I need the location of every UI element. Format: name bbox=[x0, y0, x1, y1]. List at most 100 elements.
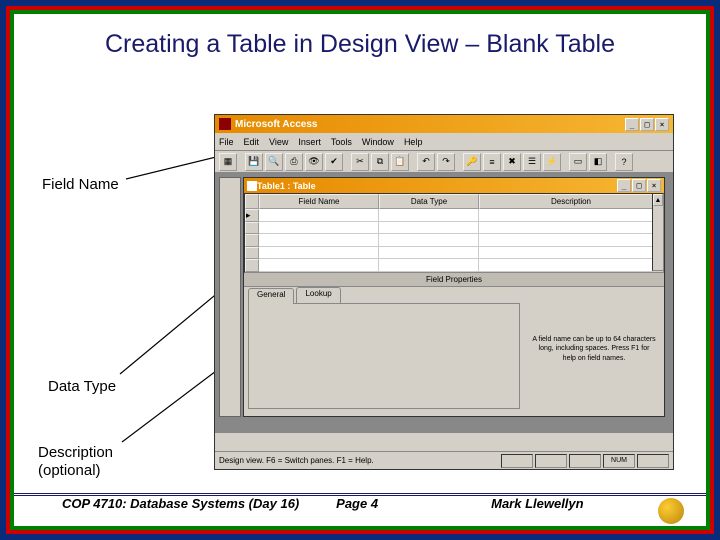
properties-icon[interactable]: ☰ bbox=[523, 153, 541, 171]
data-type-cell[interactable] bbox=[379, 259, 479, 272]
footer-divider bbox=[14, 493, 706, 494]
row-selector-header bbox=[245, 194, 259, 209]
slide-footer: COP 4710: Database Systems (Day 16) Page… bbox=[14, 496, 706, 520]
properties-tabs-area: General Lookup bbox=[244, 287, 524, 411]
close-button[interactable]: × bbox=[655, 118, 669, 131]
row-selector[interactable] bbox=[245, 247, 259, 260]
row-selector[interactable] bbox=[245, 234, 259, 247]
preview-icon[interactable]: 👁 bbox=[305, 153, 323, 171]
delete-row-icon[interactable]: ✖ bbox=[503, 153, 521, 171]
properties-tabs: General Lookup bbox=[244, 287, 524, 303]
tab-lookup[interactable]: Lookup bbox=[296, 287, 340, 303]
data-type-cell[interactable] bbox=[379, 234, 479, 247]
code-icon[interactable]: ◧ bbox=[589, 153, 607, 171]
menu-help[interactable]: Help bbox=[404, 137, 423, 147]
maximize-button[interactable]: □ bbox=[640, 118, 654, 131]
table-row: ▸ bbox=[245, 209, 663, 222]
status-cell bbox=[569, 454, 601, 468]
status-cell bbox=[535, 454, 567, 468]
sub-maximize-button[interactable]: □ bbox=[632, 179, 646, 192]
cut-icon[interactable]: ✂ bbox=[351, 153, 369, 171]
sub-close-button[interactable]: × bbox=[647, 179, 661, 192]
menu-file[interactable]: File bbox=[219, 137, 234, 147]
status-bar: Design view. F6 = Switch panes. F1 = Hel… bbox=[215, 451, 673, 469]
properties-help-pane: A field name can be up to 64 characters … bbox=[524, 287, 664, 411]
description-cell[interactable] bbox=[479, 222, 663, 235]
table-icon bbox=[247, 181, 257, 191]
spell-icon[interactable]: ✔ bbox=[325, 153, 343, 171]
ucf-logo-icon bbox=[658, 498, 684, 524]
column-header-description[interactable]: Description bbox=[479, 194, 663, 209]
column-header-field-name[interactable]: Field Name bbox=[259, 194, 379, 209]
footer-author: Mark Llewellyn bbox=[491, 496, 658, 511]
table-title: Table1 : Table bbox=[257, 181, 616, 191]
status-text: Design view. F6 = Switch panes. F1 = Hel… bbox=[219, 456, 499, 465]
description-cell[interactable] bbox=[479, 259, 663, 272]
field-properties-label: Field Properties bbox=[244, 273, 664, 286]
print-icon[interactable]: ⎙ bbox=[285, 153, 303, 171]
design-grid: Field Name Data Type Description ▸ bbox=[244, 193, 664, 273]
annotation-data-type: Data Type bbox=[48, 378, 116, 395]
app-titlebar[interactable]: Microsoft Access _ □ × bbox=[215, 115, 673, 133]
mdi-area: Table1 : Table _ □ × Field Name Data Typ… bbox=[215, 173, 673, 433]
menu-view[interactable]: View bbox=[269, 137, 288, 147]
grid-header: Field Name Data Type Description bbox=[245, 194, 663, 209]
column-header-data-type[interactable]: Data Type bbox=[379, 194, 479, 209]
insert-row-icon[interactable]: ≡ bbox=[483, 153, 501, 171]
properties-body[interactable] bbox=[248, 303, 520, 409]
database-window-edge[interactable] bbox=[219, 177, 241, 417]
field-name-cell[interactable] bbox=[259, 209, 379, 222]
description-cell[interactable] bbox=[479, 234, 663, 247]
menu-window[interactable]: Window bbox=[362, 137, 394, 147]
table-row bbox=[245, 247, 663, 260]
menu-bar: File Edit View Insert Tools Window Help bbox=[215, 133, 673, 151]
data-type-cell[interactable] bbox=[379, 247, 479, 260]
table-row bbox=[245, 222, 663, 235]
field-name-cell[interactable] bbox=[259, 259, 379, 272]
help-icon[interactable]: ? bbox=[615, 153, 633, 171]
tab-general[interactable]: General bbox=[248, 288, 294, 304]
field-name-cell[interactable] bbox=[259, 222, 379, 235]
menu-edit[interactable]: Edit bbox=[244, 137, 260, 147]
table-titlebar[interactable]: Table1 : Table _ □ × bbox=[244, 178, 664, 193]
grid-scrollbar[interactable]: ▲ bbox=[652, 193, 664, 271]
scroll-up-icon[interactable]: ▲ bbox=[653, 194, 663, 206]
view-icon[interactable]: ▦ bbox=[219, 153, 237, 171]
app-title: Microsoft Access bbox=[235, 119, 624, 130]
build-icon[interactable]: ⚡ bbox=[543, 153, 561, 171]
data-type-cell[interactable] bbox=[379, 209, 479, 222]
sub-minimize-button[interactable]: _ bbox=[617, 179, 631, 192]
annotation-description: Description (optional) bbox=[38, 444, 113, 480]
table-row bbox=[245, 259, 663, 272]
key-icon[interactable]: 🔑 bbox=[463, 153, 481, 171]
menu-insert[interactable]: Insert bbox=[298, 137, 321, 147]
menu-tools[interactable]: Tools bbox=[331, 137, 352, 147]
access-app-window: Microsoft Access _ □ × File Edit View In… bbox=[214, 114, 674, 470]
help-text: A field name can be up to 64 characters … bbox=[532, 335, 656, 362]
description-cell[interactable] bbox=[479, 247, 663, 260]
table-row bbox=[245, 234, 663, 247]
save-icon[interactable]: 💾 bbox=[245, 153, 263, 171]
row-selector[interactable] bbox=[245, 259, 259, 272]
status-num: NUM bbox=[603, 454, 635, 468]
footer-course: COP 4710: Database Systems (Day 16) bbox=[62, 496, 336, 511]
undo-icon[interactable]: ↶ bbox=[417, 153, 435, 171]
minimize-button[interactable]: _ bbox=[625, 118, 639, 131]
description-cell[interactable] bbox=[479, 209, 663, 222]
db-window-icon[interactable]: ▭ bbox=[569, 153, 587, 171]
redo-icon[interactable]: ↷ bbox=[437, 153, 455, 171]
field-properties-pane: General Lookup A field name can be up to… bbox=[244, 286, 664, 411]
annotation-field-name: Field Name bbox=[42, 176, 119, 193]
status-cell bbox=[501, 454, 533, 468]
field-name-cell[interactable] bbox=[259, 247, 379, 260]
slide-body: Creating a Table in Design View – Blank … bbox=[14, 14, 706, 526]
copy-icon[interactable]: ⧉ bbox=[371, 153, 389, 171]
search-icon[interactable]: 🔍 bbox=[265, 153, 283, 171]
paste-icon[interactable]: 📋 bbox=[391, 153, 409, 171]
field-name-cell[interactable] bbox=[259, 234, 379, 247]
data-type-cell[interactable] bbox=[379, 222, 479, 235]
toolbar: ▦ 💾 🔍 ⎙ 👁 ✔ ✂ ⧉ 📋 ↶ ↷ 🔑 ≡ ✖ ☰ ⚡ ▭ ◧ ? bbox=[215, 151, 673, 173]
row-selector[interactable] bbox=[245, 222, 259, 235]
row-selector[interactable]: ▸ bbox=[245, 209, 259, 222]
access-key-icon bbox=[219, 118, 231, 130]
